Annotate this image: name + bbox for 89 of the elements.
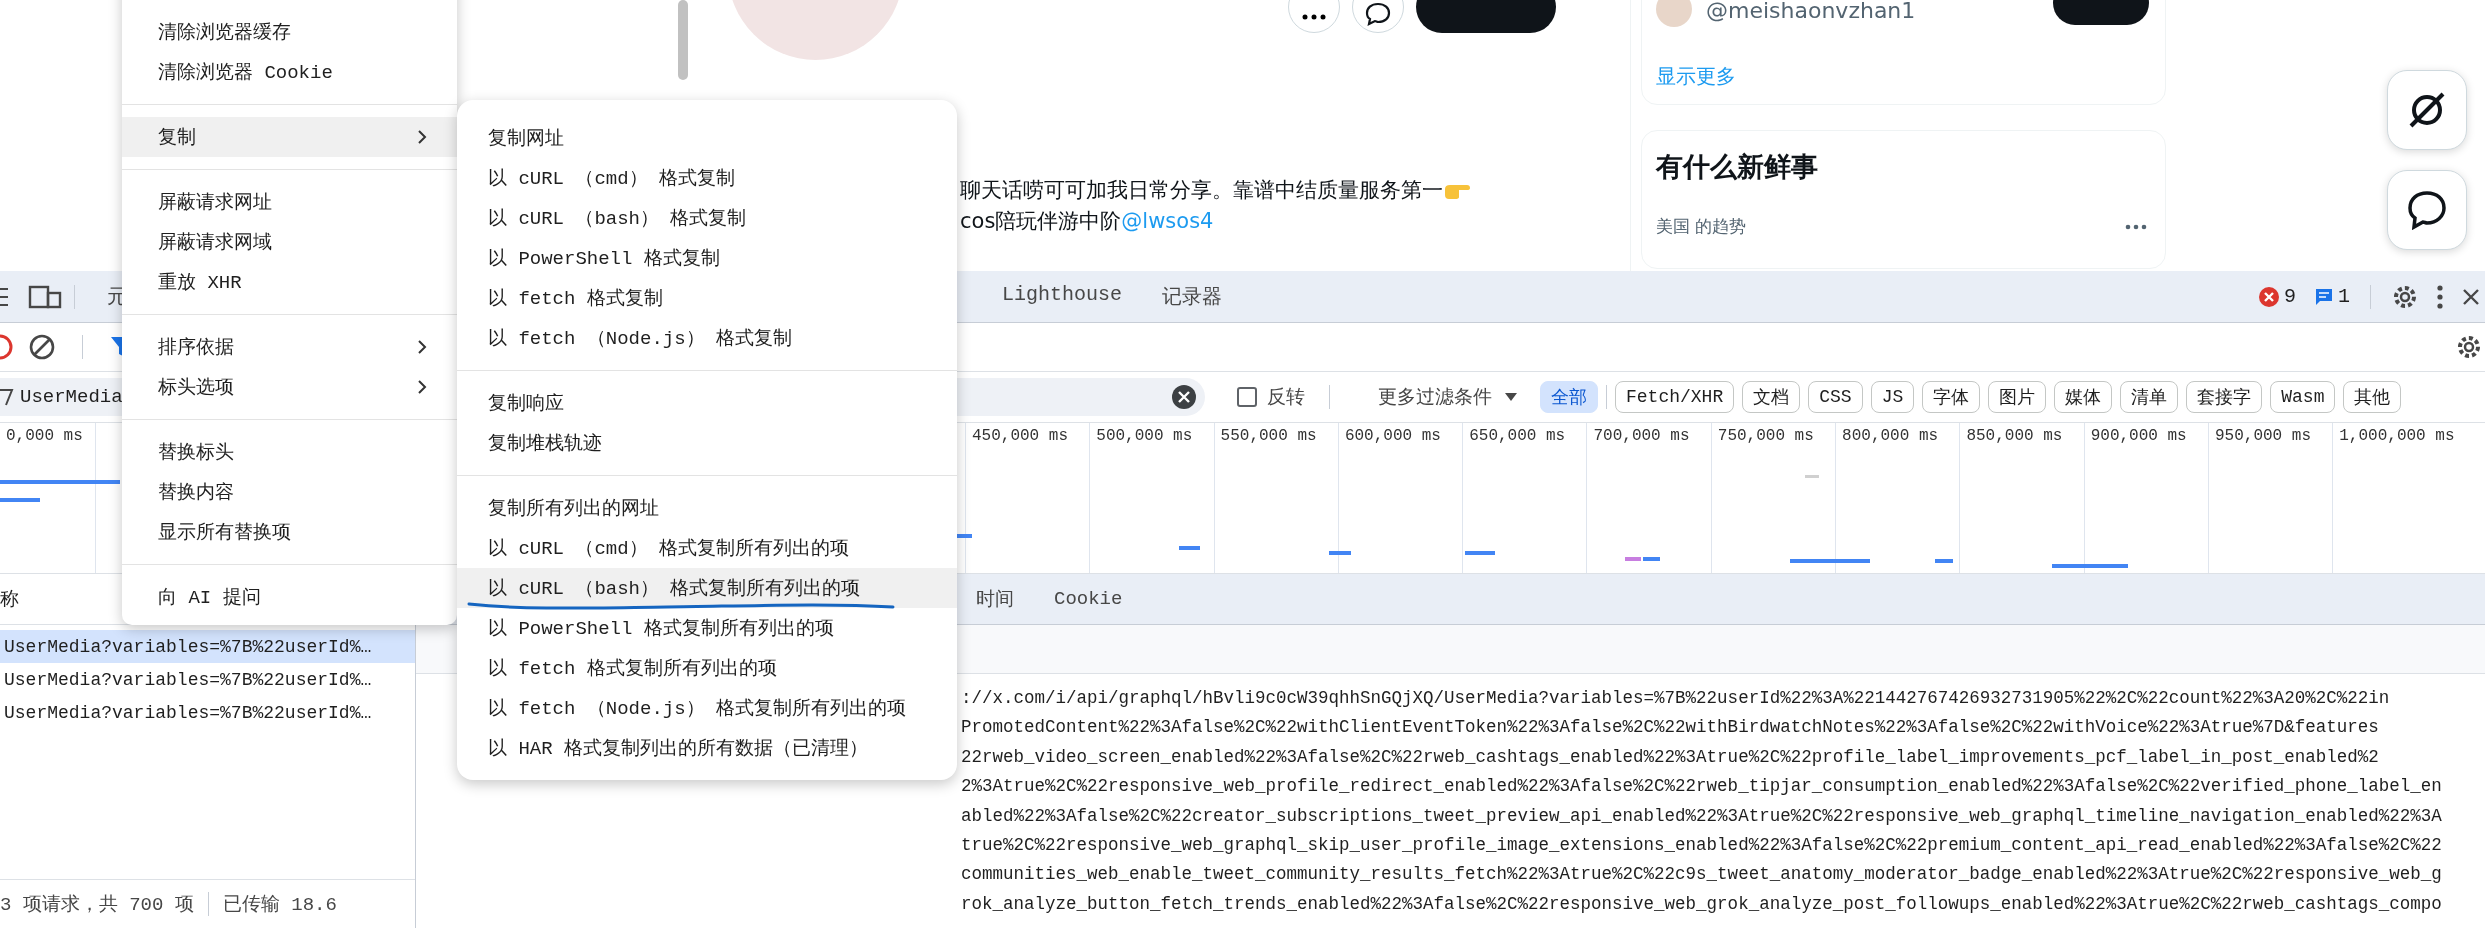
detail-tab[interactable]: Cookie: [1034, 574, 1143, 624]
chevron-right-icon: [417, 379, 427, 395]
devtools-tab[interactable]: 记录器: [1142, 283, 1243, 310]
clear-icon[interactable]: [28, 333, 56, 361]
column-header[interactable]: 称: [0, 586, 19, 612]
detail-tab[interactable]: 时间: [956, 574, 1034, 624]
trends-subtitle: 美国 的趋势: [1656, 215, 1747, 238]
menu-item[interactable]: 清除浏览器缓存: [122, 12, 457, 52]
messages-button[interactable]: [2387, 170, 2467, 250]
scrollbar-thumb[interactable]: [678, 0, 688, 80]
menu-item[interactable]: 以 fetch 格式复制: [457, 278, 957, 318]
menu-item[interactable]: 以 fetch （Node.js） 格式复制所有列出的项: [457, 688, 957, 728]
record-icon[interactable]: [0, 334, 14, 360]
request-row[interactable]: UserMedia?variables=%7B%22userId%…: [0, 663, 415, 696]
type-filter-chip[interactable]: JS: [1870, 381, 1915, 413]
menu-item[interactable]: 复制堆栈轨迹: [457, 423, 957, 463]
url-text-line: PromotedContent%22%3Afalse%2C%22withClientEventToken%22%3Afalse%2C%22withBirdwatchNotes%22%3Afalse%2C%22withVoice%22%3Atrue%7D&features: [961, 716, 2380, 740]
chat-bubble-icon: [1365, 2, 1391, 26]
url-text-line: communities_web_enable_tweet_community_results_fetch%22%3Atrue%2C%22c9s_tweet_anatomy_moderator_badge_enabled%22%3Atrue%2C%22responsive_web_g: [961, 863, 2443, 887]
invert-label: 反转: [1267, 386, 1305, 410]
menu-item[interactable]: 向 AI 提问: [122, 577, 457, 617]
time-tick: 950,000 ms: [2207, 423, 2333, 573]
time-tick: 1,000,000 ms: [2332, 423, 2457, 573]
menu-item[interactable]: 复制响应: [457, 383, 957, 423]
type-filter-chip[interactable]: 字体: [1922, 381, 1981, 413]
more-icon[interactable]: [2125, 223, 2147, 230]
menu-item[interactable]: 复制网址: [457, 118, 957, 158]
menu-item[interactable]: 屏蔽请求网址: [122, 182, 457, 222]
time-tick: 0,000 ms: [5, 426, 84, 447]
type-filter-chip[interactable]: CSS: [1808, 381, 1863, 413]
avatar-placeholder: [1656, 0, 1692, 27]
grok-button[interactable]: [2387, 70, 2467, 150]
menu-item[interactable]: 替换内容: [122, 472, 457, 512]
request-count: 3 项请求，共 700 项: [0, 893, 194, 917]
close-icon[interactable]: [2461, 286, 2481, 307]
type-filter-chip[interactable]: 套接字: [2186, 381, 2263, 413]
chevron-right-icon: [417, 129, 427, 145]
more-icon: [1302, 14, 1326, 20]
trends-title: 有什么新鲜事: [1656, 150, 1819, 184]
chevron-right-icon: [417, 339, 427, 355]
menu-item[interactable]: 屏蔽请求网域: [122, 222, 457, 262]
type-filter-chip[interactable]: 其他: [2343, 381, 2402, 413]
menu-item[interactable]: 以 cURL （cmd） 格式复制所有列出的项: [457, 528, 957, 568]
menu-item[interactable]: 标头选项: [122, 367, 457, 407]
menu-item[interactable]: 重放 XHR: [122, 262, 457, 302]
menu-item[interactable]: 显示所有替换项: [122, 512, 457, 552]
type-filter-chip[interactable]: 图片: [1988, 381, 2047, 413]
menu-item[interactable]: 以 PowerShell 格式复制: [457, 238, 957, 278]
menu-item[interactable]: 清除浏览器 Cookie: [122, 52, 457, 92]
url-text-line: true%2C%22responsive_web_graphql_skip_user_profile_image_extensions_enabled%22%3Afalse%2C%22premium_content_api_read_enabled%22%3Afalse%2C%22: [961, 834, 2443, 858]
url-text-line: ://x.com/i/api/graphql/hBvli9c0cW39qhhSnGQjXQ/UserMedia?variables=%7B%22userId%22%3A%221442767426932731905%22%2C%22count%22%3A20%2C%22in: [961, 687, 2391, 710]
user-handle: @meishaonvzhan1: [1706, 0, 1916, 23]
request-row[interactable]: UserMedia?variables=%7B%22userId%…: [0, 696, 415, 729]
menu-item[interactable]: 替换标头: [122, 432, 457, 472]
message-count[interactable]: 1: [2338, 285, 2350, 308]
menu-item[interactable]: 以 fetch 格式复制所有列出的项: [457, 648, 957, 688]
bio-text: cos陪玩伴游中阶: [960, 208, 1122, 235]
type-filter-chip[interactable]: 媒体: [2054, 381, 2113, 413]
bio-text: 聊天话唠可可加我日常分享。靠谱中结质量服务第一: [960, 177, 1443, 204]
menu-item[interactable]: 以 HAR 格式复制列出的所有数据（已清理）: [457, 728, 957, 768]
message-icon: [2314, 286, 2334, 307]
url-text-line: rok_analyze_button_fetch_trends_enabled%22%3Afalse%2C%22responsive_web_grok_analyze_post_followups_enabled%22%3Atrue%2C%22rweb_cashtags_compo: [961, 892, 2443, 916]
menu-item[interactable]: 以 cURL （cmd） 格式复制: [457, 158, 957, 198]
error-icon: [2257, 285, 2280, 308]
transferred-size: 已传输 18.6: [222, 893, 337, 917]
type-filter-chip[interactable]: 全部: [1540, 381, 1598, 413]
caret-icon: [1504, 392, 1518, 402]
type-filter-chip[interactable]: 文档: [1742, 381, 1801, 413]
invert-checkbox[interactable]: [1237, 387, 1257, 407]
request-row[interactable]: UserMedia?variables=%7B%22userId%…: [0, 630, 415, 663]
clear-icon[interactable]: [1171, 384, 1197, 410]
menu-item[interactable]: 以 fetch （Node.js） 格式复制: [457, 318, 957, 358]
url-text-line: 22rweb_video_screen_enabled%22%3Afalse%2C%22rweb_cashtags_enabled%22%3Atrue%2C%22profile_label_improvements_pcf_label_in_post_enabled%2: [961, 745, 2380, 769]
menu-item[interactable]: 复制所有列出的网址: [457, 488, 957, 528]
devtools-tab[interactable]: Lighthouse: [982, 283, 1143, 306]
menu-item[interactable]: 以 cURL （bash） 格式复制: [457, 198, 957, 238]
device-toolbar-icon[interactable]: [28, 283, 62, 310]
url-text-line: 2%3Atrue%2C%22responsive_web_profile_redirect_enabled%22%3Afalse%2C%22rweb_tipjar_consumption_enabled%22%3Afalse%2C%22verified_phone_label_en: [961, 775, 2443, 799]
type-filter-chip[interactable]: Fetch/XHR: [1615, 381, 1735, 413]
type-filter-chip[interactable]: 清单: [2120, 381, 2179, 413]
menu-item[interactable]: 以 PowerShell 格式复制所有列出的项: [457, 608, 957, 648]
menu-item[interactable]: 以 cURL （bash） 格式复制所有列出的项: [457, 568, 957, 608]
type-filter-chip[interactable]: Wasm: [2270, 381, 2336, 413]
url-text-line: abled%22%3Afalse%2C%22creator_subscriptions_tweet_preview_api_enabled%22%3Atrue%2C%22responsive_web_graphql_timeline_navigation_enabled%22%3A: [961, 804, 2443, 828]
error-count[interactable]: 9: [2283, 285, 2296, 308]
menu-item[interactable]: 排序依据: [122, 327, 457, 367]
chat-bubble-icon: [2405, 188, 2449, 232]
menu-item[interactable]: 复制: [122, 117, 457, 157]
settings-icon[interactable]: [2455, 333, 2483, 361]
